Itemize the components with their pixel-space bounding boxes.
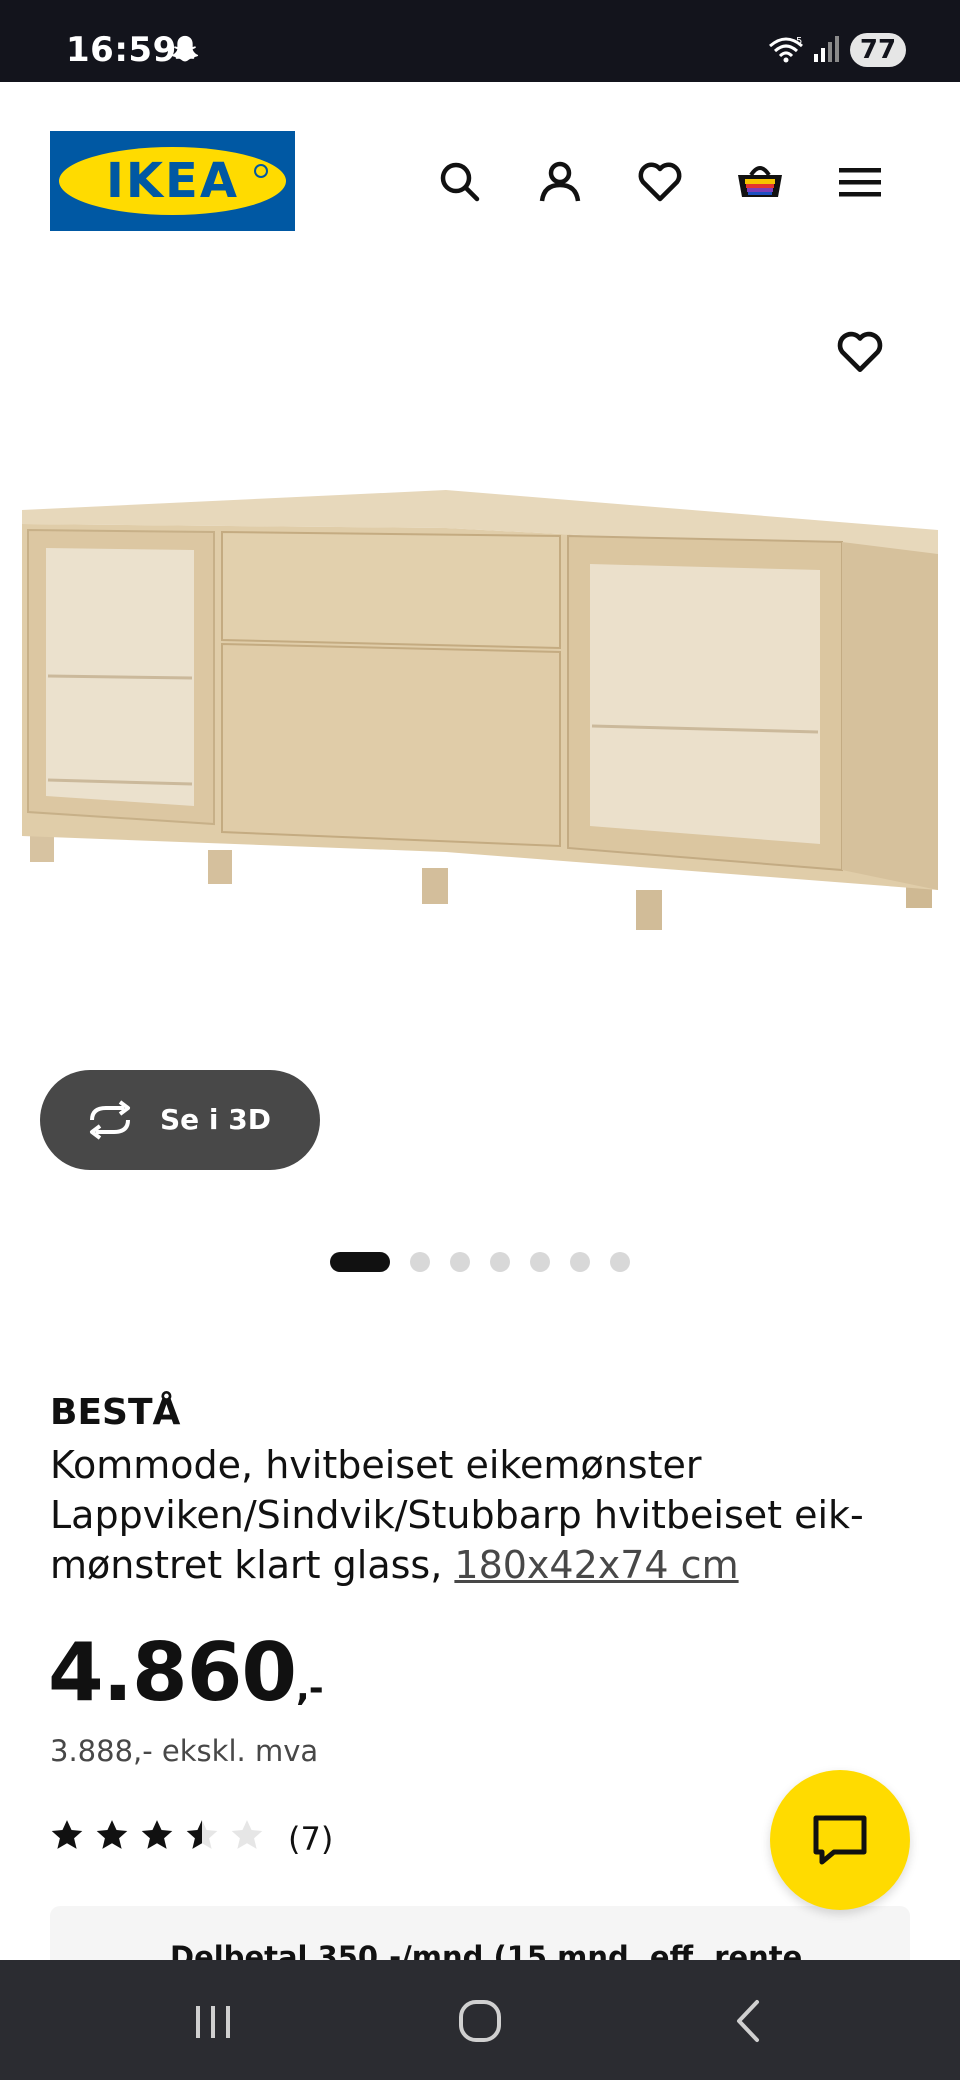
price-excl-vat: 3.888,- ekskl. mva: [50, 1734, 319, 1768]
signal-icon: [814, 36, 839, 62]
recent-apps-icon[interactable]: [188, 1996, 238, 2046]
sideboard-leg: [208, 850, 232, 884]
carousel-dot[interactable]: [450, 1252, 470, 1272]
sideboard-leg: [422, 868, 448, 904]
product-name: BESTÅ: [50, 1392, 181, 1433]
star-full-icon: [51, 1820, 83, 1849]
review-count: (7): [288, 1820, 334, 1858]
product-size-link[interactable]: 180x42x74 cm: [454, 1543, 738, 1587]
basket-icon[interactable]: [735, 157, 785, 207]
star-full-icon: [96, 1820, 128, 1849]
top-drawer: [221, 530, 561, 650]
wifi-icon: 5: [769, 36, 803, 63]
status-time: 16:59: [66, 30, 177, 70]
carousel-dot[interactable]: [610, 1252, 630, 1272]
carousel-dot[interactable]: [570, 1252, 590, 1272]
rotate-3d-icon: [90, 1100, 130, 1140]
battery-indicator: 77: [850, 33, 906, 67]
menu-icon[interactable]: [835, 157, 885, 207]
product-rating[interactable]: (7): [50, 1818, 350, 1858]
price-value: 4.860: [48, 1626, 297, 1719]
home-icon[interactable]: [455, 1996, 505, 2046]
right-glass-pane: [590, 564, 820, 844]
sideboard-leg: [636, 890, 662, 930]
registered-mark: [254, 164, 268, 178]
heart-icon[interactable]: [635, 157, 685, 207]
system-navigation-bar: [0, 1960, 960, 2080]
status-bar: 16:59 5 77: [0, 0, 960, 82]
chat-icon: [813, 1815, 867, 1865]
image-carousel-indicator: [330, 1250, 650, 1272]
carousel-dot[interactable]: [530, 1252, 550, 1272]
chat-button[interactable]: [770, 1770, 910, 1910]
carousel-dot[interactable]: [410, 1252, 430, 1272]
star-half-icon: [186, 1820, 218, 1849]
star-full-icon: [141, 1820, 173, 1849]
product-page: 16:59 5 77 IKEA Se i 3D BESTÅ Kommode, h…: [0, 0, 960, 2080]
side-panel: [842, 542, 938, 890]
product-image[interactable]: [16, 480, 944, 980]
logo-text: IKEA: [106, 153, 239, 209]
star-empty-icon: [231, 1820, 263, 1849]
product-description: Kommode, hvitbeiset eikemønster Lappvike…: [50, 1440, 910, 1590]
search-icon[interactable]: [435, 157, 485, 207]
back-icon[interactable]: [725, 1996, 775, 2046]
account-icon[interactable]: [535, 157, 585, 207]
snapchat-icon: [171, 35, 199, 62]
carousel-dot-active[interactable]: [330, 1252, 390, 1272]
network-label: 5: [796, 36, 802, 47]
ikea-logo[interactable]: IKEA: [50, 131, 295, 231]
price-suffix: ,-: [296, 1668, 324, 1709]
carousel-dot[interactable]: [490, 1252, 510, 1272]
bottom-drawer: [221, 642, 561, 848]
view-in-3d-button[interactable]: Se i 3D: [40, 1070, 320, 1170]
add-to-wishlist-icon[interactable]: [834, 326, 886, 378]
product-price: 4.860,-: [48, 1626, 324, 1719]
site-header: IKEA: [0, 82, 960, 282]
view-in-3d-label: Se i 3D: [160, 1103, 271, 1136]
